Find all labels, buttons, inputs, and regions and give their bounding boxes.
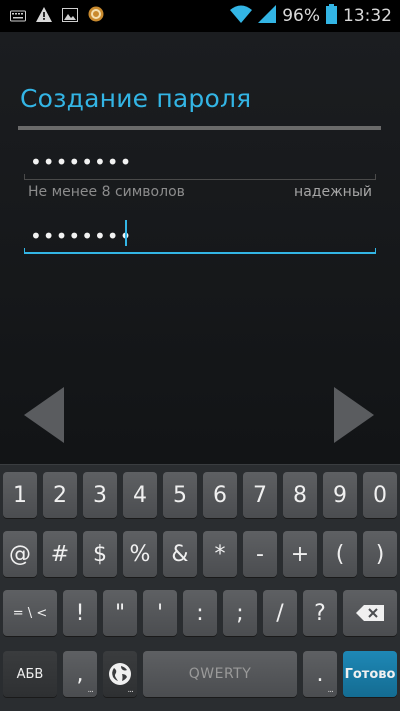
battery-percent: 96%	[282, 6, 320, 26]
key-5[interactable]: 5	[163, 472, 197, 518]
key-hash[interactable]: #	[43, 531, 77, 577]
key-colon[interactable]: :	[183, 590, 217, 636]
comma-label: ,	[76, 661, 84, 687]
confirm-password-value: ••••••••	[30, 224, 133, 248]
backspace-icon	[356, 605, 384, 621]
alphabet-switch-key[interactable]: АБВ	[3, 651, 57, 697]
password-value: ••••••••	[30, 150, 133, 174]
key-slash[interactable]: /	[263, 590, 297, 636]
warning-icon	[36, 6, 52, 26]
password-setup-screen: Создание пароля •••••••• Не менее 8 симв…	[0, 32, 400, 464]
key-ampersand[interactable]: &	[163, 531, 197, 577]
space-key[interactable]: QWERTY	[143, 651, 297, 697]
keyboard-icon	[10, 7, 26, 26]
key-exclamation[interactable]: !	[63, 590, 97, 636]
key-minus[interactable]: -	[243, 531, 277, 577]
key-close-paren[interactable]: )	[363, 531, 397, 577]
key-0[interactable]: 0	[363, 472, 397, 518]
period-label: .	[316, 661, 324, 687]
back-arrow-icon[interactable]	[24, 387, 66, 443]
signal-icon	[258, 5, 277, 27]
key-dollar[interactable]: $	[83, 531, 117, 577]
text-cursor	[125, 220, 127, 246]
key-8[interactable]: 8	[283, 472, 317, 518]
wifi-icon	[230, 5, 253, 27]
key-plus[interactable]: +	[283, 531, 317, 577]
key-9[interactable]: 9	[323, 472, 357, 518]
key-single-quote[interactable]: '	[143, 590, 177, 636]
key-6[interactable]: 6	[203, 472, 237, 518]
confirm-input-underline	[24, 248, 376, 254]
password-input[interactable]: ••••••••	[24, 142, 376, 180]
password-input-underline	[24, 174, 376, 180]
on-screen-keyboard: 1 2 3 4 5 6 7 8 9 0 @ # $ % & * - + ( ) …	[0, 464, 400, 711]
more-dots: ...	[127, 685, 134, 695]
done-key[interactable]: Готово	[343, 651, 397, 697]
more-dots: ...	[327, 685, 334, 695]
page-title: Создание пароля	[20, 84, 252, 113]
key-semicolon[interactable]: ;	[223, 590, 257, 636]
key-comma[interactable]: , ...	[63, 651, 97, 697]
key-4[interactable]: 4	[123, 472, 157, 518]
key-2[interactable]: 2	[43, 472, 77, 518]
more-dots: ...	[87, 685, 94, 695]
language-key[interactable]: ...	[103, 651, 137, 697]
clock: 13:32	[343, 6, 392, 26]
key-1[interactable]: 1	[3, 472, 37, 518]
backspace-key[interactable]	[343, 590, 397, 636]
key-asterisk[interactable]: *	[203, 531, 237, 577]
key-question[interactable]: ?	[303, 590, 337, 636]
status-bar: 96% 13:32	[0, 0, 400, 32]
key-double-quote[interactable]: "	[103, 590, 137, 636]
key-period[interactable]: . ...	[303, 651, 337, 697]
key-open-paren[interactable]: (	[323, 531, 357, 577]
globe-icon	[109, 663, 131, 685]
battery-icon	[326, 4, 337, 28]
key-7[interactable]: 7	[243, 472, 277, 518]
space-key-label: QWERTY	[188, 666, 252, 682]
gallery-icon	[62, 7, 78, 26]
title-divider	[18, 126, 381, 130]
key-3[interactable]: 3	[83, 472, 117, 518]
password-strength: надежный	[294, 184, 372, 200]
password-hint: Не менее 8 символов	[28, 184, 185, 200]
confirm-password-input[interactable]: ••••••••	[24, 216, 376, 254]
next-arrow-icon[interactable]	[332, 387, 374, 443]
key-percent[interactable]: %	[123, 531, 157, 577]
app-icon	[88, 6, 104, 26]
more-symbols-key[interactable]: = \ <	[3, 590, 57, 636]
key-at[interactable]: @	[3, 531, 37, 577]
